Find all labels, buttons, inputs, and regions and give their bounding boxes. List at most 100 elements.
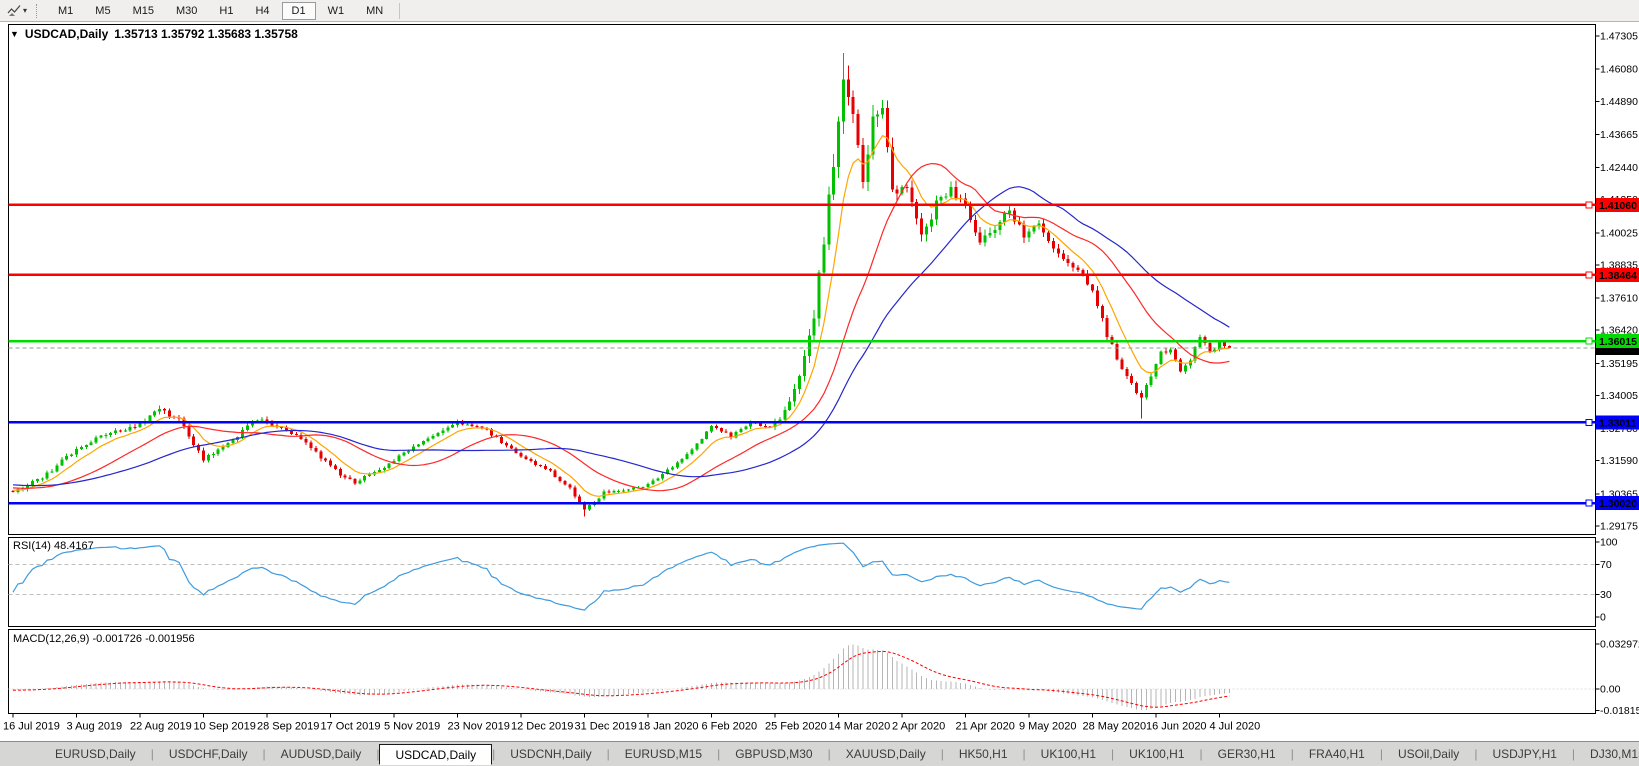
rsi-axis-label: 70 [1600,559,1612,571]
date-label: 16 Jun 2020 [1146,721,1207,733]
price-tick-label: 1.34005 [1600,390,1638,402]
chart-tab-usdcad-daily[interactable]: USDCAD,Daily [379,744,492,765]
date-label: 14 Mar 2020 [829,721,891,733]
hline-anchor-marker[interactable] [1586,500,1592,506]
date-label: 3 Aug 2019 [67,721,123,733]
chart-tab-audusd-daily[interactable]: AUDUSD,Daily [266,744,377,765]
rsi-axis-label: 100 [1600,537,1618,549]
price-tick-label: 1.43665 [1600,129,1638,141]
chart-tab-dj30-m15[interactable]: DJ30,M15 [1575,744,1639,765]
price-tick-label: 1.46080 [1600,64,1638,76]
rsi-line [13,543,1229,610]
main-panel-frame [9,25,1596,535]
chart-tab-fra40-h1[interactable]: FRA40,H1 [1294,744,1380,765]
dropdown-caret-icon[interactable]: ▾ [23,7,27,15]
date-label: 5 Nov 2019 [384,721,440,733]
svg-text:1.33011: 1.33011 [1599,417,1637,429]
date-label: 21 Apr 2020 [956,721,1015,733]
rsi-indicator-label: RSI(14) 48.4167 [13,540,94,552]
date-label: 18 Jan 2020 [638,721,699,733]
date-label: 23 Nov 2019 [448,721,510,733]
line-chart-icon [7,4,21,17]
date-label: 4 Jul 2020 [1210,721,1261,733]
rsi-panel-frame [9,538,1596,627]
date-label: 17 Oct 2019 [321,721,381,733]
timeframe-button-mn[interactable]: MN [356,2,393,20]
chart-tab-hk50-h1[interactable]: HK50,H1 [944,744,1023,765]
svg-text:1.30020: 1.30020 [1599,498,1637,510]
price-tick-label: 1.40025 [1600,227,1638,239]
timeframe-button-m1[interactable]: M1 [48,2,83,20]
timeframe-button-m15[interactable]: M15 [123,2,164,20]
timeframe-button-w1[interactable]: W1 [318,2,355,20]
date-label: 28 Sep 2019 [257,721,319,733]
chart-tab-xauusd-daily[interactable]: XAUUSD,Daily [831,744,941,765]
rsi-axis-label: 30 [1600,589,1612,601]
hline-anchor-marker[interactable] [1586,272,1592,278]
price-tick-label: 1.42440 [1600,162,1638,174]
timeframe-button-m30[interactable]: M30 [166,2,207,20]
chart-tab-uk100-h1[interactable]: UK100,H1 [1114,744,1199,765]
timeframe-button-h4[interactable]: H4 [245,2,279,20]
chart-ohlc-values: 1.35713 1.35792 1.35683 1.35758 [114,27,298,41]
price-tick-label: 1.31590 [1600,455,1638,467]
price-tick-label: 1.35195 [1600,358,1638,370]
mt4-terminal-window: ▾ M1M5M15M30H1H4D1W1MN 1.47305 1.46080 1.4… [0,0,1639,766]
date-label: 25 Feb 2020 [765,721,827,733]
hline-anchor-marker[interactable] [1586,338,1592,344]
chart-tab-gbpusd-m30[interactable]: GBPUSD,M30 [720,744,827,765]
chart-tab-bar: EURUSD,Daily|USDCHF,Daily|AUDUSD,Daily|U… [0,741,1639,766]
svg-text:1.41060: 1.41060 [1599,200,1637,212]
date-label: 9 May 2020 [1019,721,1076,733]
macd-histogram [13,645,1229,710]
hline-anchor-marker[interactable] [1586,202,1592,208]
chart-tab-eurusd-m15[interactable]: EURUSD,M15 [610,744,717,765]
date-label: 22 Aug 2019 [130,721,192,733]
date-label: 2 Apr 2020 [892,721,945,733]
moving-average-sma40 [13,187,1229,486]
chart-tabs: EURUSD,Daily|USDCHF,Daily|AUDUSD,Daily|U… [40,742,1639,766]
chart-tab-uk100-h1[interactable]: UK100,H1 [1026,744,1111,765]
date-label: 31 Dec 2019 [575,721,637,733]
rsi-axis-label: 0 [1600,612,1606,624]
timeframe-button-h1[interactable]: H1 [209,2,243,20]
chart-tab-eurusd-daily[interactable]: EURUSD,Daily [40,744,151,765]
date-label: 16 Jul 2019 [3,721,60,733]
macd-axis-label: -0.018154 [1600,705,1639,717]
chart-tab-usdjpy-h1[interactable]: USDJPY,H1 [1477,744,1571,765]
price-chart-canvas[interactable]: 1.473051.460801.448901.436651.424401.412… [0,22,1639,741]
price-tick-label: 1.37610 [1600,293,1638,305]
date-label: 10 Sep 2019 [194,721,256,733]
timeframe-button-m5[interactable]: M5 [85,2,120,20]
date-axis [13,714,1220,718]
chart-tab-ger30-h1[interactable]: GER30,H1 [1203,744,1291,765]
chart-tab-usdchf-daily[interactable]: USDCHF,Daily [154,744,263,765]
timeframe-buttons: M1M5M15M30H1H4D1W1MN [47,2,394,20]
chart-title: ▼ USDCAD,Daily 1.35713 1.35792 1.35683 1… [10,27,298,41]
macd-panel-frame [9,630,1596,714]
chart-window[interactable]: 1.473051.460801.448901.436651.424401.412… [0,22,1639,741]
chart-tab-usoil-daily[interactable]: USOil,Daily [1383,744,1474,765]
moving-average-ema8 [13,136,1229,497]
macd-axis-label: 0.00 [1600,684,1621,696]
date-label: 6 Feb 2020 [702,721,758,733]
price-tick-label: 1.47305 [1600,31,1638,43]
chart-cursor-tool[interactable]: ▾ [0,1,34,21]
collapse-triangle-icon[interactable]: ▼ [10,29,19,39]
timeframe-button-d1[interactable]: D1 [282,2,316,20]
macd-indicator-label: MACD(12,26,9) -0.001726 -0.001956 [13,633,195,645]
toolbar-grip [36,4,41,18]
svg-text:1.38464: 1.38464 [1599,270,1637,282]
date-label: 12 Dec 2019 [511,721,573,733]
macd-axis-label: 0.032972 [1600,639,1639,651]
chart-tab-usdcnh-daily[interactable]: USDCNH,Daily [495,744,606,765]
date-label: 28 May 2020 [1083,721,1147,733]
chart-symbol-label: USDCAD,Daily [25,27,108,41]
macd-signal-line [13,651,1229,707]
svg-text:1.36015: 1.36015 [1599,336,1637,348]
hline-anchor-marker[interactable] [1586,419,1592,425]
price-tick-label: 1.44890 [1600,96,1638,108]
price-tick-label: 1.29175 [1600,520,1638,532]
toolbar-separator [399,3,400,19]
moving-average-sma22 [13,164,1229,491]
